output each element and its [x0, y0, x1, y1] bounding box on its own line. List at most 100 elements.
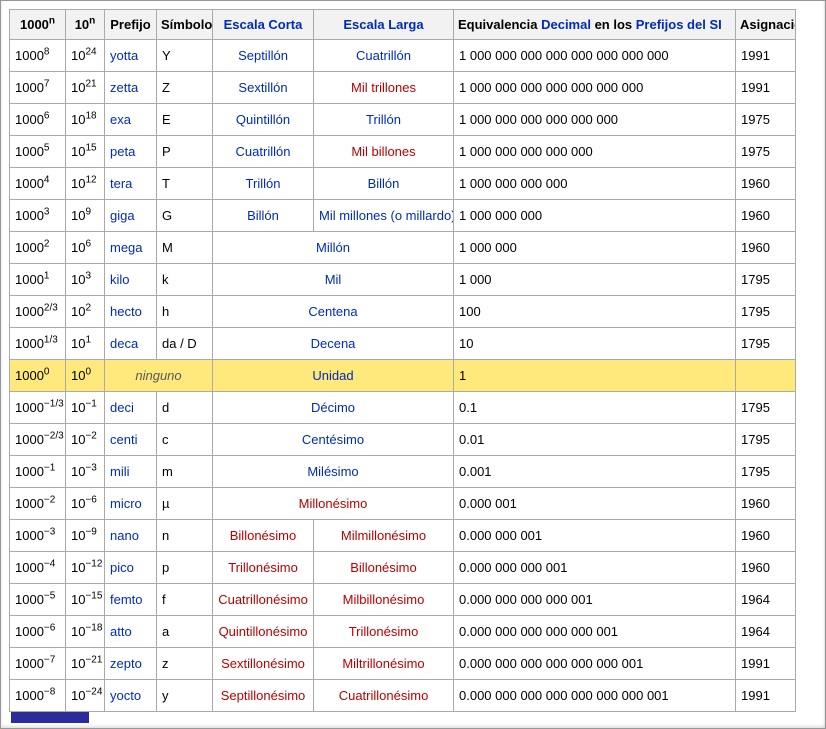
assignment-cell: 1975 [735, 103, 796, 136]
power-1000-cell: 1000−2/3 [9, 423, 66, 456]
scale-link[interactable]: Mil millones (o millardo) [319, 208, 453, 223]
scale-red-link[interactable]: Cuatrillonésimo [339, 688, 429, 703]
prefix-cell: peta [104, 135, 157, 168]
assignment-cell: 1960 [735, 231, 796, 264]
prefix-link[interactable]: kilo [110, 272, 130, 287]
decimal-link[interactable]: Decimal [541, 17, 591, 32]
scale-red-link[interactable]: Mil trillones [351, 80, 416, 95]
scale-link[interactable]: Décimo [311, 400, 355, 415]
scale-red-link[interactable]: Sextillonésimo [221, 656, 305, 671]
scale-link[interactable]: Unidad [312, 368, 353, 383]
long-scale-cell: Miltrillonésimo [313, 647, 454, 680]
prefix-link[interactable]: deca [110, 336, 138, 351]
prefix-link[interactable]: zetta [110, 80, 138, 95]
scale-link[interactable]: Septillón [238, 48, 288, 63]
prefix-link[interactable]: peta [110, 144, 135, 159]
exponent: −2/3 [43, 430, 64, 442]
scale-red-link[interactable]: Millonésimo [299, 496, 368, 511]
scale-red-link[interactable]: Milmillonésimo [341, 528, 426, 543]
scale-link[interactable]: Centésimo [302, 432, 364, 447]
scale-link[interactable]: Cuatrillón [356, 48, 411, 63]
prefix-link[interactable]: micro [110, 496, 142, 511]
scale-link[interactable]: Trillón [366, 112, 401, 127]
power-10-cell: 10−24 [65, 679, 105, 712]
exponent: −24 [85, 686, 103, 698]
scale-link[interactable]: Billón [247, 208, 279, 223]
prefix-link[interactable]: mili [110, 464, 130, 479]
table-row: 10004 1012 tera T Trillón Billón 1 000 000 000… [9, 167, 796, 200]
table-row: 10002/3 102 hecto h Centena 100 1795 [9, 295, 796, 328]
power-base-1000: 1000 [15, 304, 44, 319]
prefix-link[interactable]: pico [110, 560, 134, 575]
scale-cell: Millonésimo [212, 487, 454, 520]
exponent: 12 [85, 174, 97, 186]
prefix-cell: nano [104, 519, 157, 552]
scale-red-link[interactable]: Miltrillonésimo [342, 656, 424, 671]
prefix-link[interactable]: tera [110, 176, 132, 191]
exponent: −2 [43, 494, 56, 506]
power-base-1000: 1000 [15, 400, 44, 415]
prefijos-si-link[interactable]: Prefijos del SI [636, 17, 722, 32]
symbol-cell: E [156, 103, 213, 136]
prefix-link[interactable]: mega [110, 240, 143, 255]
scale-link[interactable]: Billón [368, 176, 400, 191]
prefix-link[interactable]: deci [110, 400, 134, 415]
scale-red-link[interactable]: Billonésimo [350, 560, 416, 575]
exponent: 6 [43, 110, 50, 122]
scale-cell: Millón [212, 231, 454, 264]
equivalence-cell: 1 000 000 000 [453, 199, 736, 232]
prefix-link[interactable]: nano [110, 528, 139, 543]
escala-corta-link[interactable]: Escala Corta [224, 17, 303, 32]
scale-red-link[interactable]: Quintillonésimo [219, 624, 308, 639]
power-base-1000: 1000 [15, 80, 44, 95]
scale-red-link[interactable]: Septillonésimo [221, 688, 306, 703]
scale-link[interactable]: Decena [311, 336, 356, 351]
power-10-cell: 102 [65, 295, 105, 328]
exponent: 15 [85, 142, 97, 154]
scale-red-link[interactable]: Mil billones [351, 144, 415, 159]
scale-red-link[interactable]: Trillonésimo [349, 624, 419, 639]
scale-link[interactable]: Sextillón [238, 80, 287, 95]
prefix-link[interactable]: femto [110, 592, 143, 607]
short-scale-cell: Septillonésimo [212, 679, 314, 712]
prefix-link[interactable]: zepto [110, 656, 142, 671]
prefix-link[interactable]: exa [110, 112, 131, 127]
scale-link[interactable]: Milésimo [307, 464, 358, 479]
partial-blue-bar [11, 712, 89, 723]
assignment-cell: 1795 [735, 263, 796, 296]
scale-red-link[interactable]: Milbillonésimo [343, 592, 425, 607]
equivalence-cell: 10 [453, 327, 736, 360]
short-scale-cell: Quintillonésimo [212, 615, 314, 648]
scale-link[interactable]: Centena [308, 304, 357, 319]
power-10-cell: 103 [65, 263, 105, 296]
scale-link[interactable]: Quintillón [236, 112, 290, 127]
scale-link[interactable]: Mil [325, 272, 342, 287]
assignment-cell: 1964 [735, 615, 796, 648]
exponent: 2/3 [43, 302, 58, 314]
equivalence-cell: 0.000 000 000 001 [453, 551, 736, 584]
prefix-link[interactable]: yocto [110, 688, 141, 703]
scale-red-link[interactable]: Trillonésimo [228, 560, 298, 575]
scale-red-link[interactable]: Billonésimo [230, 528, 296, 543]
scale-link[interactable]: Millón [316, 240, 350, 255]
power-base-1000: 1000 [15, 48, 44, 63]
prefix-link[interactable]: giga [110, 208, 135, 223]
prefix-link[interactable]: centi [110, 432, 137, 447]
scale-link[interactable]: Trillón [246, 176, 281, 191]
symbol-cell: n [156, 519, 213, 552]
long-scale-cell: Trillón [313, 103, 454, 136]
long-scale-cell: Trillonésimo [313, 615, 454, 648]
scale-cell: Mil [212, 263, 454, 296]
assignment-cell [735, 359, 796, 392]
scale-link[interactable]: Cuatrillón [236, 144, 291, 159]
power-base-10: 10 [71, 496, 86, 511]
prefix-link[interactable]: yotta [110, 48, 138, 63]
prefix-link[interactable]: atto [110, 624, 132, 639]
scale-red-link[interactable]: Cuatrillonésimo [218, 592, 308, 607]
escala-larga-link[interactable]: Escala Larga [343, 17, 423, 32]
power-1000-cell: 10001 [9, 263, 66, 296]
prefix-link[interactable]: hecto [110, 304, 142, 319]
table-row: 10000 100 ninguno Unidad 1 [9, 359, 796, 392]
long-scale-cell: Cuatrillonésimo [313, 679, 454, 712]
short-scale-cell: Trillón [212, 167, 314, 200]
